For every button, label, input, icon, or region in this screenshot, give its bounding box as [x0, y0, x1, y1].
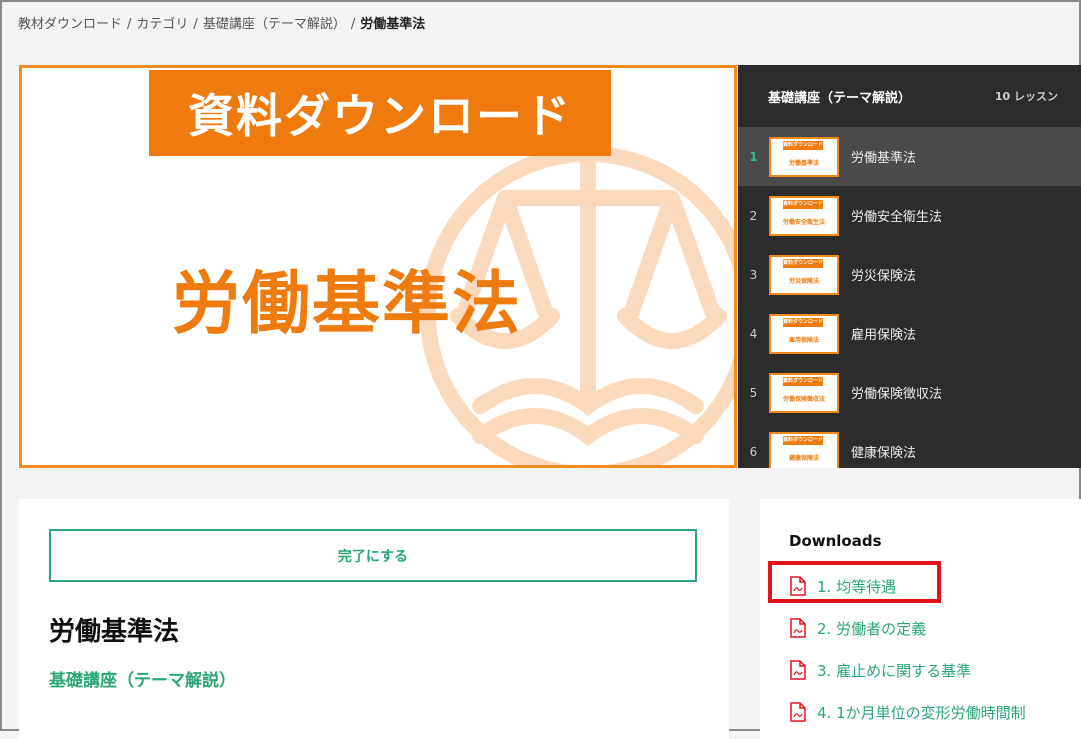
pdf-file-icon	[790, 660, 806, 680]
thumbnail-banner: 資料ダウンロード	[783, 140, 823, 150]
lesson-number: 4	[749, 326, 758, 341]
lesson-label: 労働基準法	[851, 151, 917, 166]
lesson-number: 2	[749, 208, 758, 223]
thumbnail-title: 健康保険法	[788, 454, 819, 462]
playlist-header: 基礎講座（テーマ解説） 10 レッスン	[738, 65, 1081, 127]
download-label: 2. 労働者の定義	[817, 619, 927, 638]
pdf-file-icon	[790, 702, 806, 722]
lesson-course-link[interactable]: 基礎講座（テーマ解説）	[49, 666, 236, 691]
playlist-item[interactable]: 4 資料ダウンロード 雇用保険法 雇用保険法	[738, 304, 1081, 363]
breadcrumb-separator: /	[193, 17, 198, 32]
lesson-thumbnail: 資料ダウンロード 健康保険法	[769, 431, 839, 468]
lesson-number: 1	[749, 149, 758, 164]
lesson-thumbnail: 資料ダウンロード 労災保険法	[769, 254, 839, 295]
lesson-number: 3	[749, 267, 758, 282]
breadcrumb-link-category[interactable]: カテゴリ	[136, 17, 188, 32]
hero-headline: 労働基準法	[172, 265, 523, 344]
download-link[interactable]: 4. 1か月単位の変形労働時間制	[790, 691, 1026, 733]
lesson-title: 労働基準法	[49, 617, 180, 647]
breadcrumb-separator: /	[127, 17, 132, 32]
lesson-count: 10 レッスン	[994, 90, 1058, 103]
lesson-thumbnail: 資料ダウンロード 労働保険徴収法	[769, 372, 839, 413]
thumbnail-title: 労働基準法	[788, 159, 819, 167]
lesson-hero-image: 資料ダウンロード 労働基準法	[19, 65, 737, 468]
download-link[interactable]: 2. 労働者の定義	[790, 607, 1026, 649]
lesson-thumbnail: 資料ダウンロード 労働安全衛生法	[769, 195, 839, 236]
lesson-label: 労働保険徴収法	[851, 387, 943, 402]
thumbnail-banner: 資料ダウンロード	[783, 376, 823, 386]
thumbnail-title: 労働保険徴収法	[782, 395, 825, 403]
hero-banner: 資料ダウンロード	[149, 70, 611, 156]
download-label: 3. 雇止めに関する基準	[817, 661, 972, 680]
lesson-thumbnail: 資料ダウンロード 雇用保険法	[769, 313, 839, 354]
thumbnail-banner: 資料ダウンロード	[783, 258, 823, 268]
playlist-item[interactable]: 6 資料ダウンロード 健康保険法 健康保険法	[738, 422, 1081, 468]
thumbnail-banner: 資料ダウンロード	[783, 317, 823, 327]
lesson-playlist: 基礎講座（テーマ解説） 10 レッスン 1 資料ダウンロード 労働基準法 労働基準法 2…	[738, 65, 1081, 468]
mark-complete-button[interactable]: 完了にする	[49, 529, 697, 582]
lesson-label: 労災保険法	[851, 269, 917, 284]
breadcrumb-link-course[interactable]: 基礎講座（テーマ解説）	[203, 17, 346, 32]
downloads-panel: Downloads 1. 均等待遇 2. 労働者の定義 3. 雇止めに関する基準 4.…	[760, 499, 1081, 739]
thumbnail-banner: 資料ダウンロード	[783, 199, 823, 209]
lesson-thumbnail: 資料ダウンロード 労働基準法	[769, 136, 839, 177]
breadcrumb: 教材ダウンロード / カテゴリ / 基礎講座（テーマ解説） / 労働基準法	[18, 13, 425, 32]
lesson-label: 健康保険法	[851, 446, 917, 461]
lesson-content-card: 完了にする 労働基準法 基礎講座（テーマ解説）	[19, 499, 729, 739]
breadcrumb-link-materials[interactable]: 教材ダウンロード	[18, 17, 122, 32]
playlist-item[interactable]: 5 資料ダウンロード 労働保険徴収法 労働保険徴収法	[738, 363, 1081, 422]
thumbnail-title: 労働安全衛生法	[782, 218, 825, 226]
download-label: 4. 1か月単位の変形労働時間制	[817, 703, 1026, 722]
lesson-number: 5	[749, 385, 758, 400]
breadcrumb-separator: /	[350, 17, 356, 32]
downloads-heading: Downloads	[789, 532, 882, 550]
playlist-item[interactable]: 3 資料ダウンロード 労災保険法 労災保険法	[738, 245, 1081, 304]
breadcrumb-current: 労働基準法	[360, 17, 426, 32]
playlist-title: 基礎講座（テーマ解説）	[768, 90, 912, 106]
thumbnail-title: 労災保険法	[788, 277, 819, 285]
thumbnail-title: 雇用保険法	[788, 336, 819, 344]
playlist-item[interactable]: 1 資料ダウンロード 労働基準法 労働基準法	[738, 127, 1081, 186]
pdf-file-icon	[790, 618, 806, 638]
playlist-item[interactable]: 2 資料ダウンロード 労働安全衛生法 労働安全衛生法	[738, 186, 1081, 245]
highlight-box	[768, 561, 941, 603]
download-link[interactable]: 3. 雇止めに関する基準	[790, 649, 1026, 691]
lesson-label: 雇用保険法	[851, 328, 917, 343]
lesson-label: 労働安全衛生法	[851, 210, 943, 225]
thumbnail-banner: 資料ダウンロード	[783, 435, 823, 445]
lesson-number: 6	[749, 444, 758, 459]
